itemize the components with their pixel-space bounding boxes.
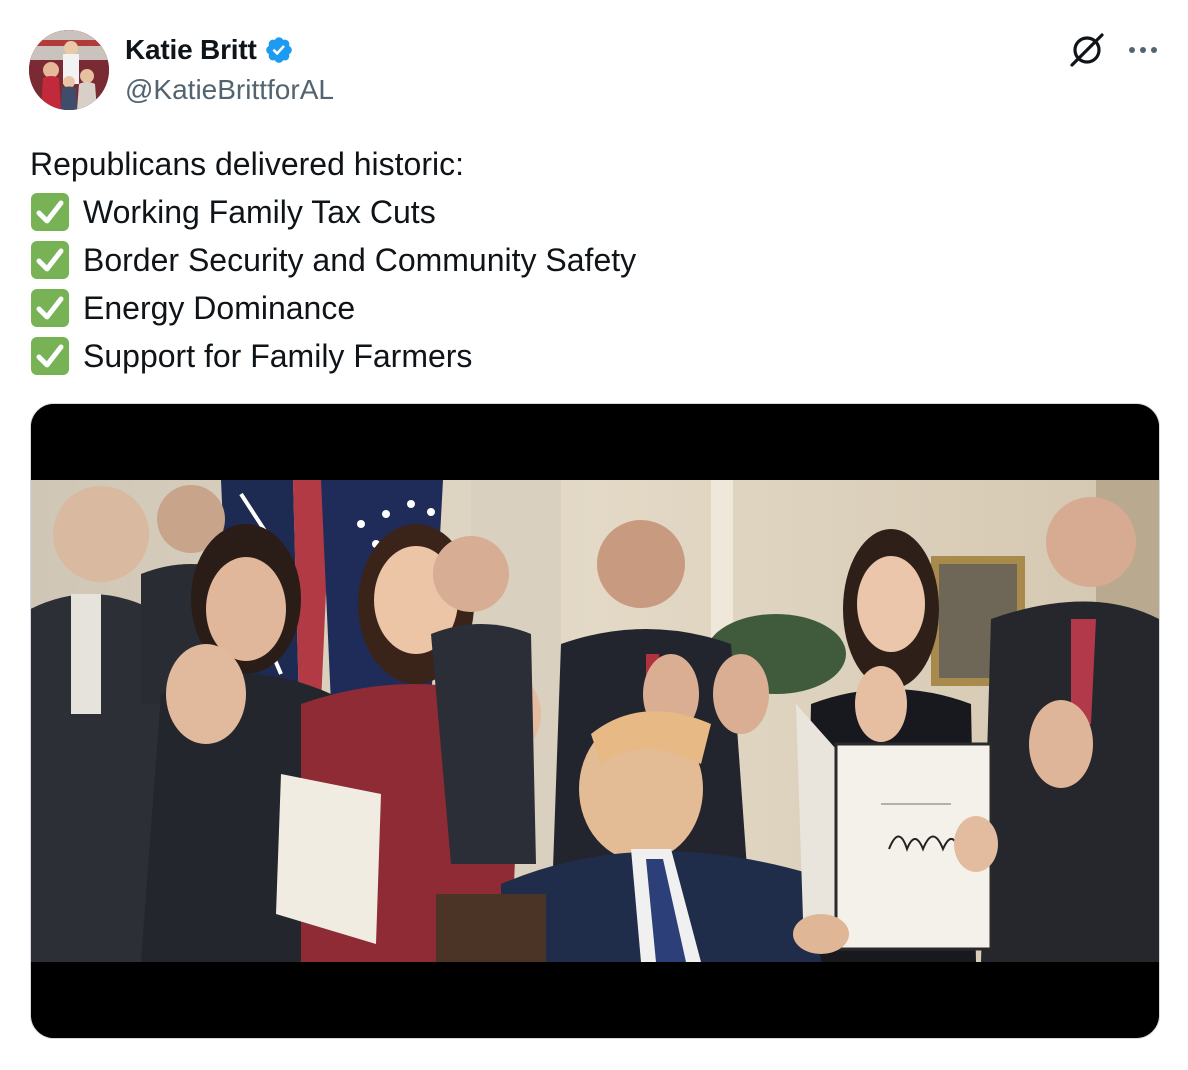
tweet-list-item-text: Working Family Tax Cuts: [83, 194, 436, 230]
more-options-icon[interactable]: [1125, 37, 1161, 63]
tweet-text: Republicans delivered historic: Working …: [30, 140, 1150, 380]
tweet-list-item-text: Border Security and Community Safety: [83, 242, 637, 278]
tweet-video[interactable]: [30, 403, 1160, 1039]
check-mark-button-icon: [31, 289, 69, 327]
author-handle[interactable]: @KatieBrittforAL: [125, 72, 334, 108]
avatar[interactable]: [29, 30, 109, 110]
tweet-list-item-text: Energy Dominance: [83, 290, 356, 326]
check-mark-button-icon: [31, 241, 69, 279]
tweet-intro: Republicans delivered historic:: [30, 140, 1150, 188]
tweet-list-item-text: Support for Family Farmers: [83, 338, 473, 374]
author-name-row[interactable]: Katie Britt: [125, 31, 294, 69]
tweet-list-item: Energy Dominance: [30, 284, 1150, 332]
tweet-list-item: Border Security and Community Safety: [30, 236, 1150, 284]
verified-badge-icon[interactable]: [264, 35, 294, 65]
display-name[interactable]: Katie Britt: [125, 32, 257, 68]
check-mark-button-icon: [31, 337, 69, 375]
tweet-list-item: Working Family Tax Cuts: [30, 188, 1150, 236]
tweet-intro-text: Republicans delivered historic:: [30, 146, 464, 182]
grok-icon[interactable]: [1068, 31, 1106, 69]
avatar-photo: [29, 30, 109, 110]
check-mark-button-icon: [31, 193, 69, 231]
tweet-list-item: Support for Family Farmers: [30, 332, 1150, 380]
video-frame: [31, 404, 1159, 1038]
